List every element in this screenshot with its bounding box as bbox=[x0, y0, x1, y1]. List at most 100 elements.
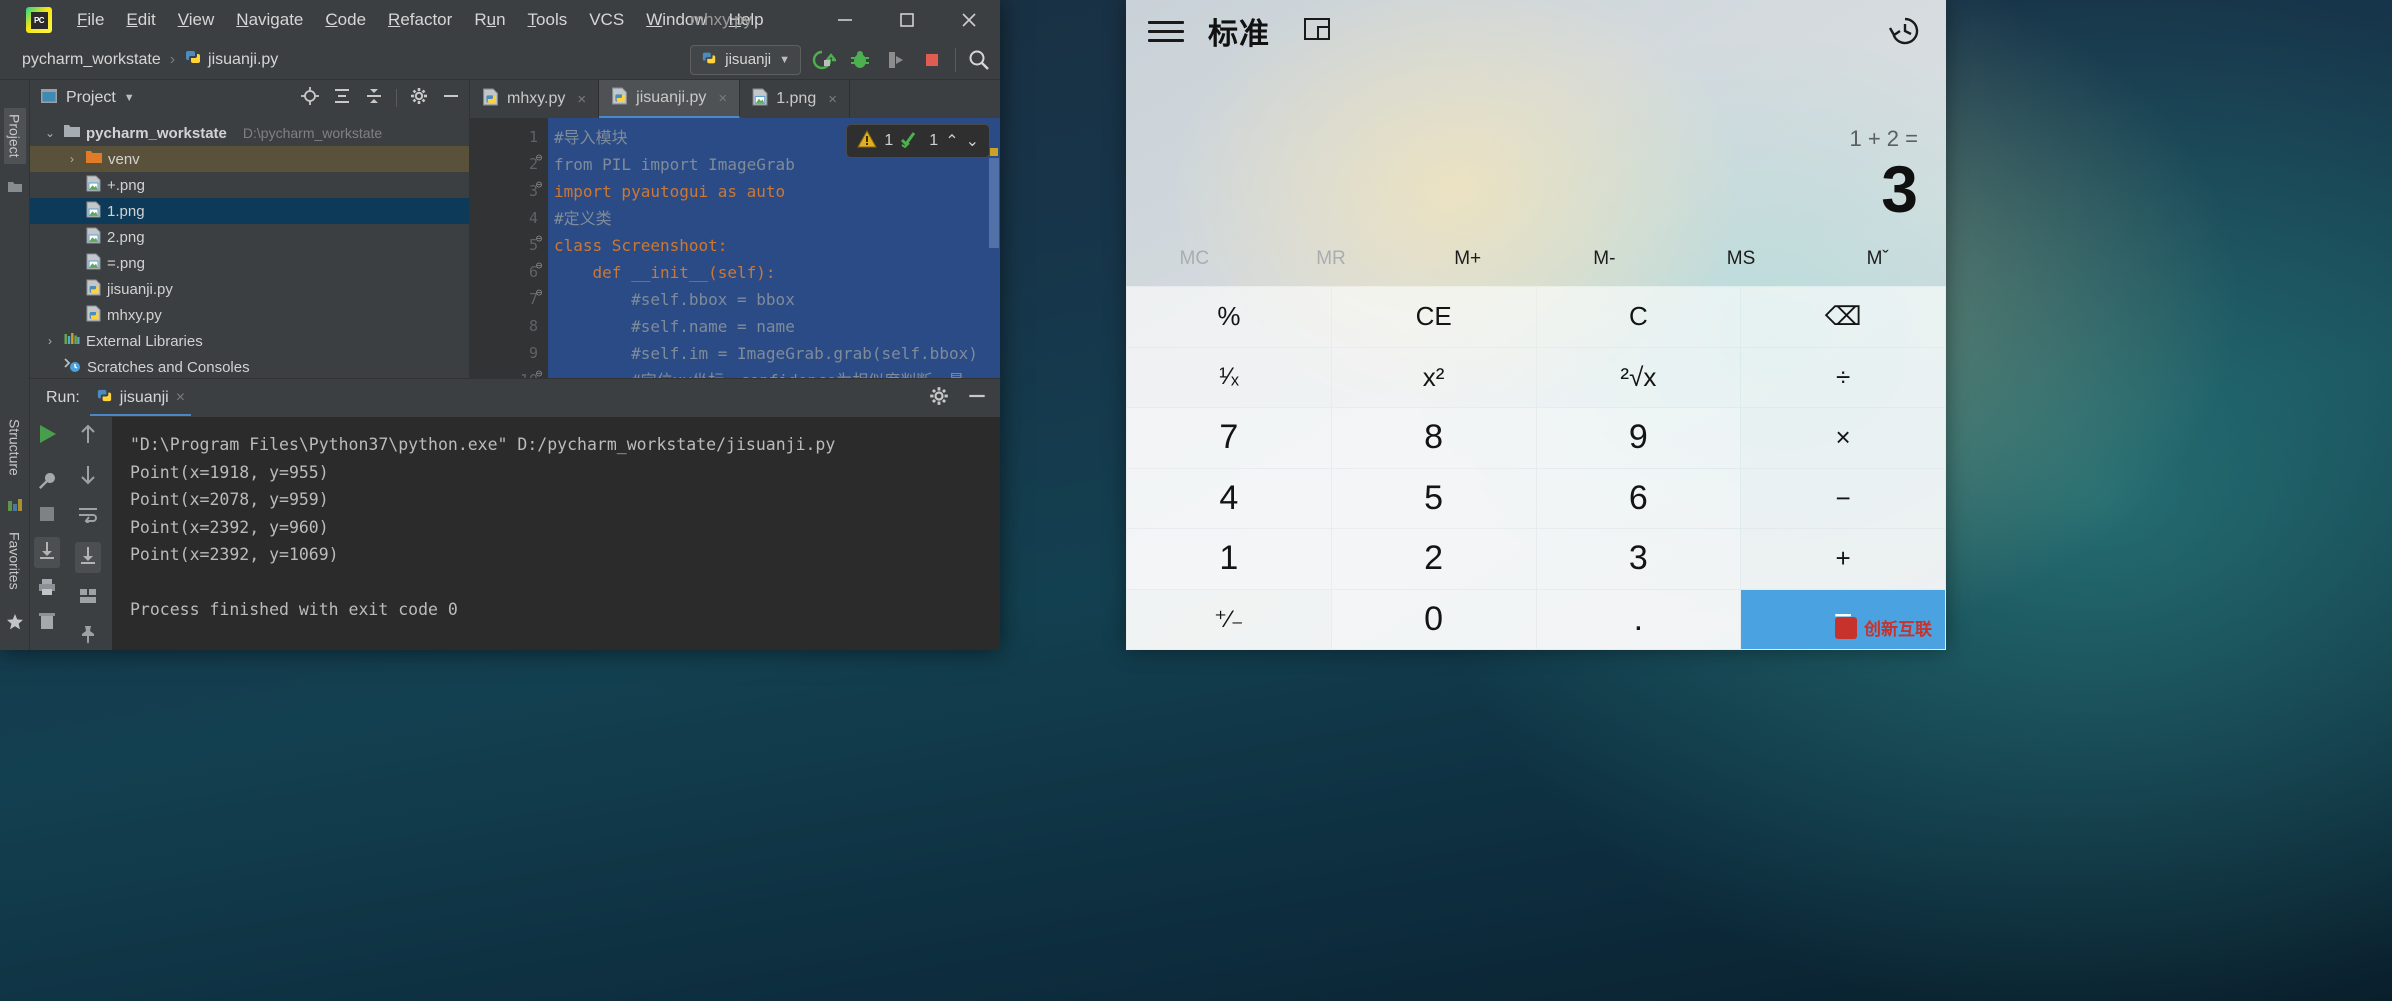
fold-marker[interactable]: ⊖ bbox=[532, 178, 546, 191]
rerun-button[interactable] bbox=[811, 47, 837, 73]
key-multiply[interactable]: × bbox=[1741, 408, 1945, 468]
key-divide[interactable]: ÷ bbox=[1741, 348, 1945, 408]
memory-button-ms[interactable]: MS bbox=[1673, 248, 1810, 270]
tree-item-1-png[interactable]: 1.png bbox=[30, 198, 469, 224]
chevron-up-icon[interactable]: ⌃ bbox=[945, 131, 958, 151]
run-tab-jisuanji[interactable]: jisuanji × bbox=[90, 381, 191, 416]
key-clear-entry[interactable]: CE bbox=[1332, 287, 1536, 347]
minimize-button[interactable] bbox=[814, 0, 876, 40]
menu-item-code[interactable]: Code bbox=[314, 6, 377, 34]
key-0[interactable]: 0 bbox=[1332, 590, 1536, 650]
tree-item-mhxy-py[interactable]: mhxy.py bbox=[30, 302, 469, 328]
folder-icon[interactable] bbox=[7, 179, 23, 200]
chevron-right-icon[interactable]: › bbox=[42, 334, 58, 348]
tree-item-2-png[interactable]: 2.png bbox=[30, 224, 469, 250]
key-clear[interactable]: C bbox=[1537, 287, 1741, 347]
tree-item-jisuanji-py[interactable]: jisuanji.py bbox=[30, 276, 469, 302]
chevron-down-icon[interactable]: ⌄ bbox=[966, 131, 979, 151]
key-reciprocal[interactable]: ¹⁄ₓ bbox=[1127, 348, 1331, 408]
memory-button-mc[interactable]: MC bbox=[1126, 248, 1263, 270]
expand-all-icon[interactable] bbox=[332, 86, 352, 111]
menu-item-tools[interactable]: Tools bbox=[517, 6, 579, 34]
code-editor[interactable]: 1 2 3 4 5 6 7 8 9 10 ⊖ ⊖ ⊖ bbox=[470, 118, 1000, 378]
fold-marker[interactable]: ⊖ bbox=[532, 367, 546, 378]
collapse-all-icon[interactable] bbox=[364, 86, 384, 111]
search-icon[interactable] bbox=[966, 47, 992, 73]
scrollbar-warning-mark[interactable] bbox=[990, 148, 998, 156]
history-icon[interactable] bbox=[1888, 14, 1922, 53]
key-2[interactable]: 2 bbox=[1332, 529, 1536, 589]
debug-button[interactable] bbox=[847, 47, 873, 73]
inspection-widget[interactable]: 1 1 ⌃ ⌄ bbox=[846, 124, 990, 158]
key-add[interactable]: + bbox=[1741, 529, 1945, 589]
breadcrumb-project[interactable]: pycharm_workstate bbox=[22, 51, 161, 69]
arrow-down-icon[interactable] bbox=[78, 464, 98, 491]
editor-scrollbar-thumb[interactable] bbox=[989, 158, 999, 248]
stop-gray-icon[interactable] bbox=[38, 505, 56, 528]
pin-icon[interactable] bbox=[78, 624, 98, 649]
settings-wrench-icon[interactable] bbox=[37, 471, 57, 496]
run-coverage-button[interactable] bbox=[883, 47, 909, 73]
run-console-output[interactable]: "D:\Program Files\Python37\python.exe" D… bbox=[112, 417, 1000, 650]
tree-item-external-libraries[interactable]: › External Libraries bbox=[30, 328, 469, 354]
menu-item-refactor[interactable]: Refactor bbox=[377, 6, 463, 34]
key-square-root[interactable]: ²√x bbox=[1537, 348, 1741, 408]
run-configuration-selector[interactable]: jisuanji ▼ bbox=[690, 45, 801, 75]
menu-item-file[interactable]: FFileile bbox=[66, 6, 115, 34]
gear-icon[interactable] bbox=[409, 86, 429, 111]
menu-item-vcs[interactable]: VCS bbox=[578, 6, 635, 34]
gear-icon[interactable] bbox=[928, 385, 950, 412]
chevron-down-icon[interactable]: ▼ bbox=[779, 54, 790, 66]
key-subtract[interactable]: − bbox=[1741, 469, 1945, 529]
sidebar-tab-favorites[interactable]: Favorites bbox=[4, 526, 26, 596]
grid-icon[interactable] bbox=[78, 587, 98, 610]
key-plus-minus[interactable]: ⁺⁄₋ bbox=[1127, 590, 1331, 650]
sidebar-tab-project[interactable]: Project bbox=[4, 108, 26, 164]
star-icon[interactable] bbox=[6, 613, 24, 636]
close-icon[interactable]: × bbox=[176, 389, 185, 407]
maximize-button[interactable] bbox=[876, 0, 938, 40]
key-percent[interactable]: % bbox=[1127, 287, 1331, 347]
memory-button-m-dropdown[interactable]: Mˇ bbox=[1809, 248, 1946, 270]
arrow-up-icon[interactable] bbox=[78, 423, 98, 450]
rerun-green-icon[interactable] bbox=[36, 423, 58, 450]
fold-marker[interactable]: ⊖ bbox=[532, 232, 546, 245]
fold-marker[interactable]: ⊖ bbox=[532, 151, 546, 164]
key-4[interactable]: 4 bbox=[1127, 469, 1331, 529]
menu-item-run[interactable]: Run bbox=[463, 6, 516, 34]
scroll-to-end-icon[interactable] bbox=[34, 537, 60, 568]
stop-button[interactable] bbox=[919, 47, 945, 73]
sidebar-tab-structure[interactable]: Structure bbox=[4, 413, 26, 482]
fold-marker[interactable]: ⊖ bbox=[532, 259, 546, 272]
key-3[interactable]: 3 bbox=[1537, 529, 1741, 589]
menu-item-edit[interactable]: Edit bbox=[115, 6, 166, 34]
chevron-right-icon[interactable]: › bbox=[64, 152, 80, 166]
key-7[interactable]: 7 bbox=[1127, 408, 1331, 468]
breadcrumb-file[interactable]: jisuanji.py bbox=[208, 51, 278, 69]
key-decimal[interactable]: . bbox=[1537, 590, 1741, 650]
key-8[interactable]: 8 bbox=[1332, 408, 1536, 468]
key-1[interactable]: 1 bbox=[1127, 529, 1331, 589]
key-9[interactable]: 9 bbox=[1537, 408, 1741, 468]
tree-item-pycharm-workstate[interactable]: ⌄ pycharm_workstate D:\pycharm_workstate bbox=[30, 120, 469, 146]
fold-marker[interactable]: ⊖ bbox=[532, 286, 546, 299]
tree-item-scratches-and-consoles[interactable]: Scratches and Consoles bbox=[30, 354, 469, 378]
hide-panel-icon[interactable] bbox=[441, 86, 461, 111]
chevron-down-icon[interactable]: ⌄ bbox=[42, 126, 58, 140]
tree-item-plus-png[interactable]: +.png bbox=[30, 172, 469, 198]
close-icon[interactable]: × bbox=[577, 91, 586, 108]
keep-on-top-icon[interactable] bbox=[1302, 15, 1332, 48]
print-icon[interactable] bbox=[37, 577, 57, 602]
editor-tab-jisuanji-py[interactable]: jisuanji.py × bbox=[599, 80, 740, 118]
hide-panel-icon[interactable] bbox=[966, 385, 988, 412]
code-text[interactable]: #导入模块 from PIL import ImageGrab import p… bbox=[548, 118, 1000, 378]
key-square[interactable]: x² bbox=[1332, 348, 1536, 408]
memory-button-m-plus[interactable]: M+ bbox=[1399, 248, 1536, 270]
close-icon[interactable]: × bbox=[828, 91, 837, 108]
key-6[interactable]: 6 bbox=[1537, 469, 1741, 529]
locate-icon[interactable] bbox=[300, 86, 320, 111]
memory-button-mr[interactable]: MR bbox=[1263, 248, 1400, 270]
scroll-end-icon[interactable] bbox=[75, 542, 101, 573]
chevron-down-icon[interactable]: ▼ bbox=[124, 92, 135, 104]
editor-tab-mhxy-py[interactable]: mhxy.py × bbox=[470, 80, 599, 118]
